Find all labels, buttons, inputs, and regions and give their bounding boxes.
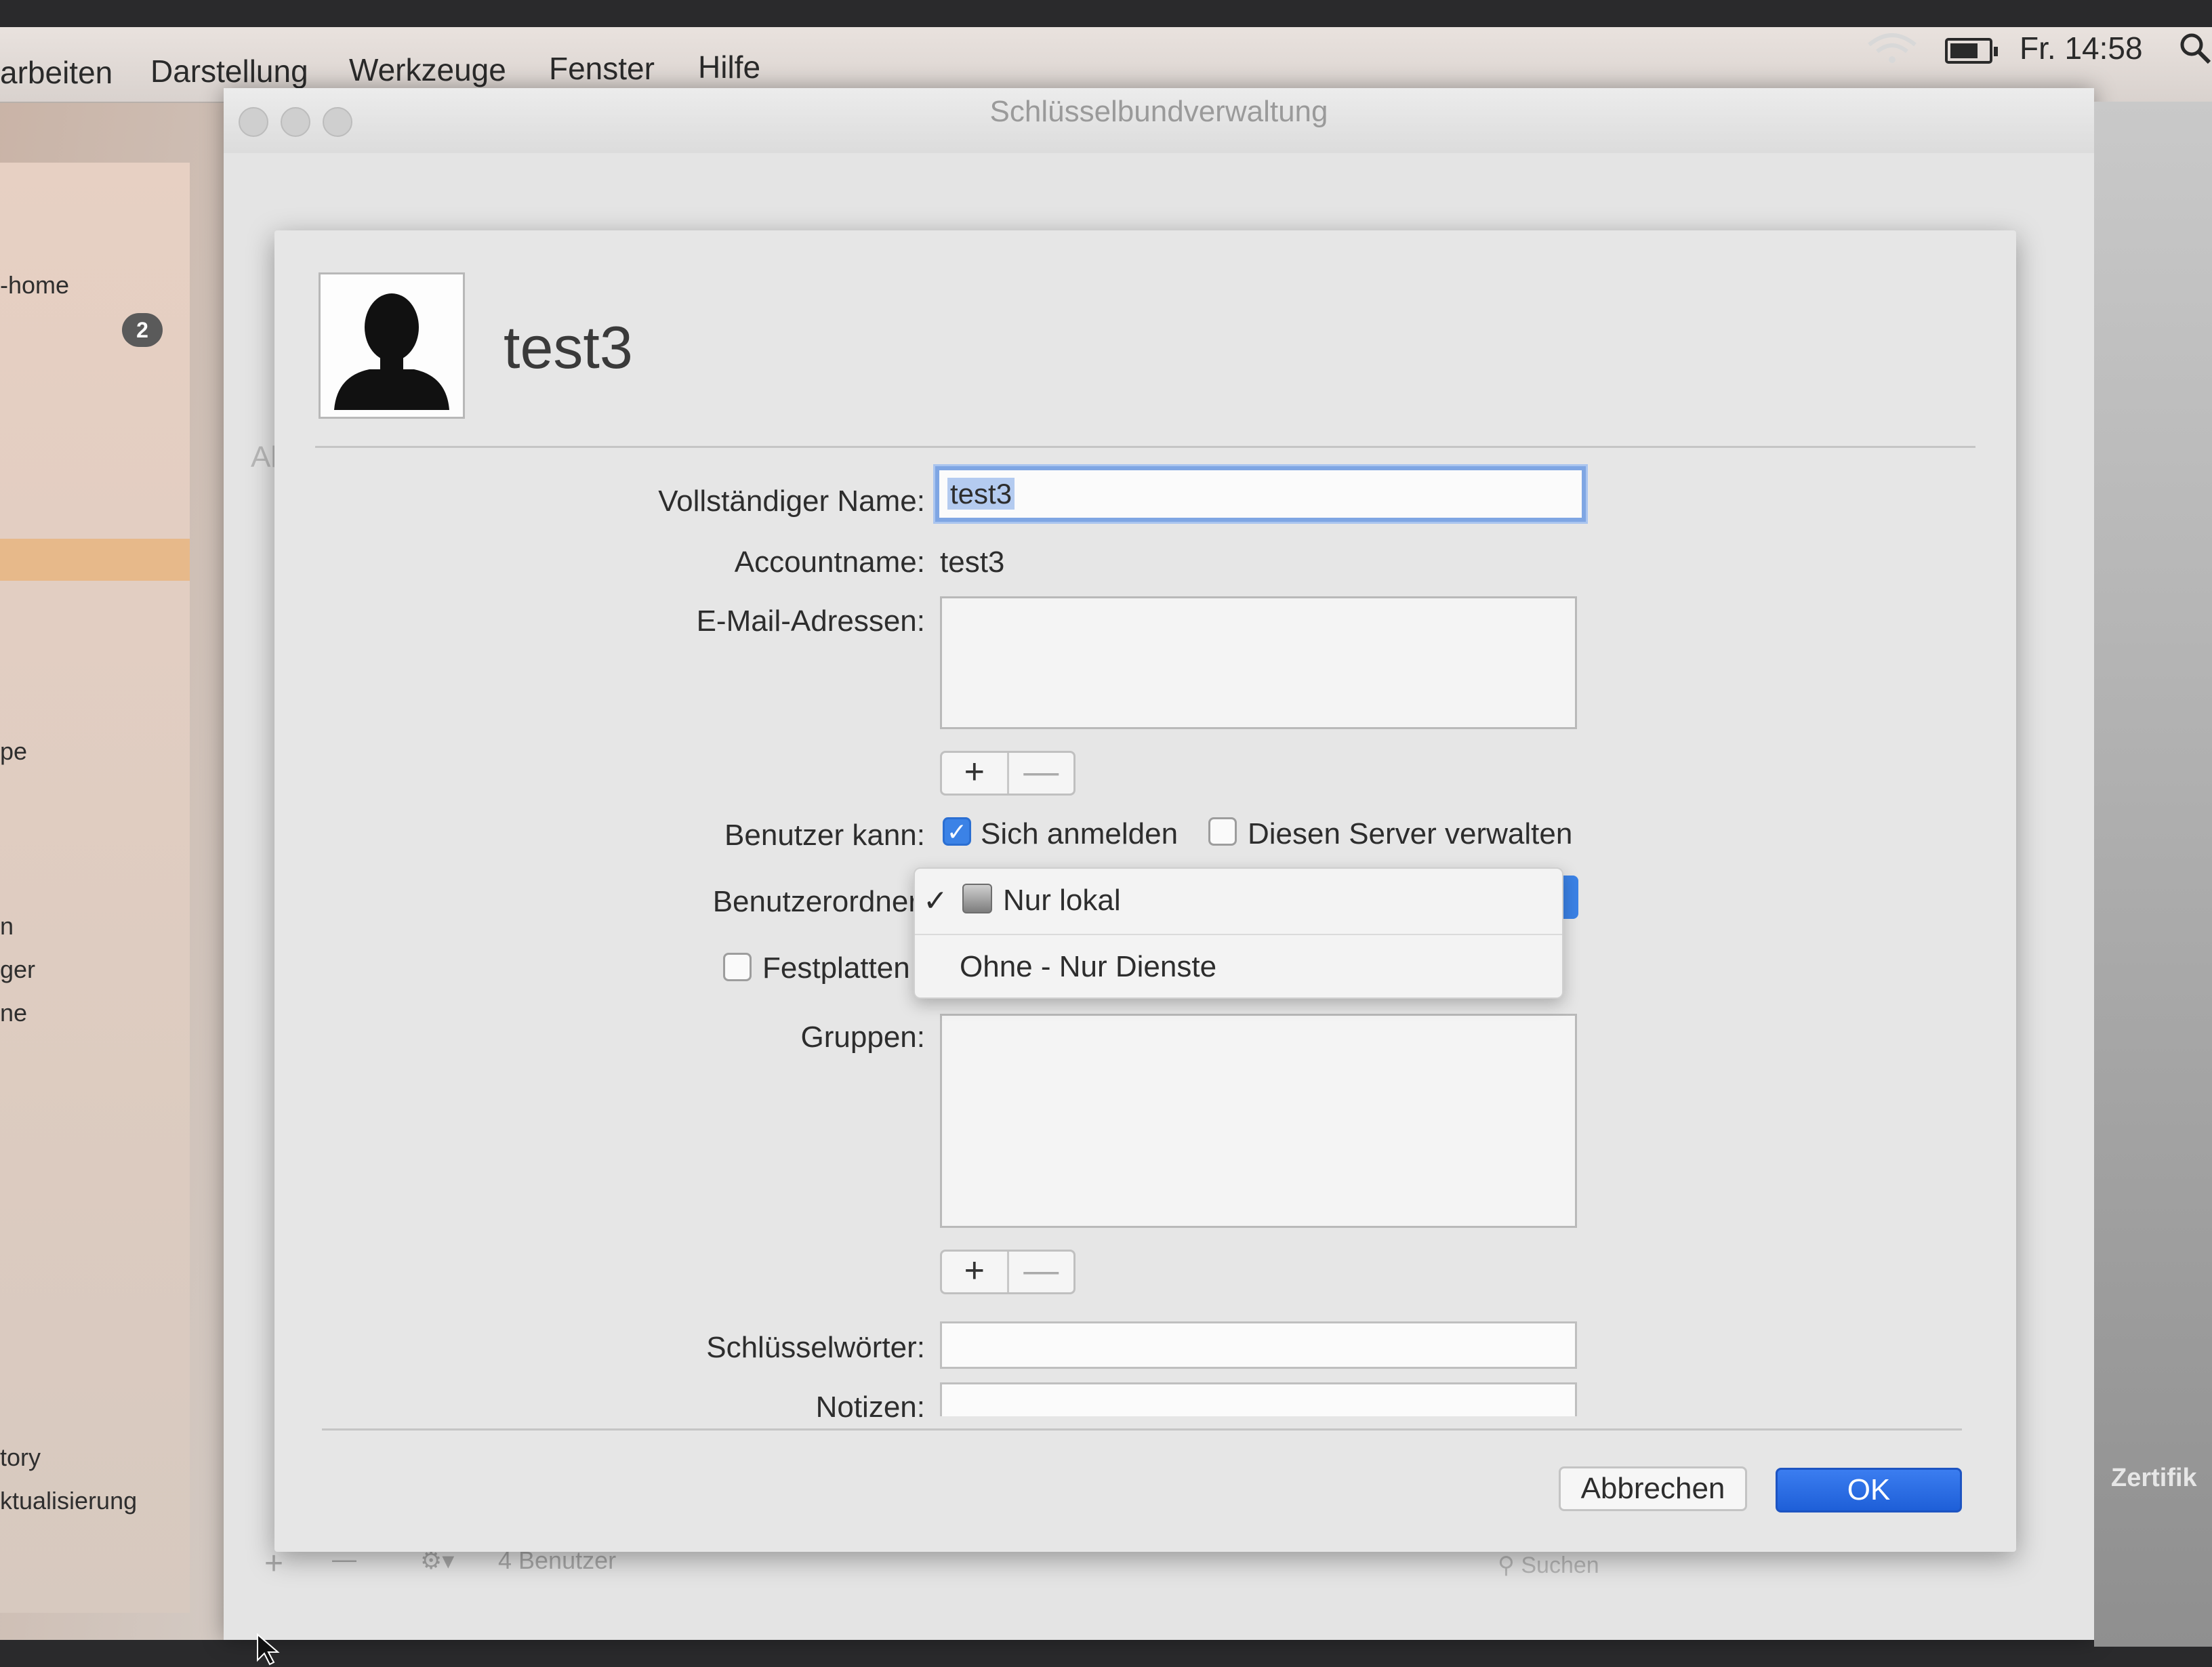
- email-list[interactable]: [940, 596, 1577, 729]
- email-label: E-Mail-Adressen:: [696, 604, 925, 638]
- user-avatar[interactable]: [319, 272, 465, 419]
- sidebar-item-ne[interactable]: ne: [0, 999, 27, 1027]
- admin-label: Diesen Server verwalten: [1248, 817, 1573, 850]
- notes-field[interactable]: [940, 1382, 1577, 1416]
- cancel-button[interactable]: Abbrechen: [1559, 1466, 1747, 1511]
- sidebar-item-n[interactable]: n: [0, 912, 14, 941]
- email-add-remove: + —: [940, 751, 1076, 796]
- admin-checkbox[interactable]: [1208, 817, 1237, 846]
- sidebar-item-ger[interactable]: ger: [0, 955, 35, 984]
- full-name-field[interactable]: test3: [935, 466, 1586, 522]
- mouse-pointer-icon: [257, 1633, 280, 1666]
- window-title: Schlüsselbundverwaltung: [989, 95, 1328, 128]
- column-header-fragment: Al: [251, 440, 278, 474]
- spotlight-search-icon[interactable]: [2178, 31, 2212, 65]
- login-checkbox[interactable]: ✓: [943, 817, 971, 846]
- remove-group-button[interactable]: —: [1006, 1252, 1074, 1292]
- menu-clock[interactable]: Fr. 14:58: [2020, 30, 2143, 66]
- user-can-label: Benutzer kann:: [724, 819, 925, 852]
- sidebar-item-pe[interactable]: pe: [0, 737, 27, 766]
- groups-label: Gruppen:: [800, 1021, 925, 1054]
- menu-option-local-only[interactable]: ✓ Nur lokal: [915, 869, 1562, 934]
- person-silhouette-icon: [334, 293, 449, 410]
- keywords-field[interactable]: [940, 1321, 1577, 1369]
- window-titlebar: Schlüsselbundverwaltung: [224, 88, 2094, 153]
- home-folder-menu: ✓ Nur lokal Ohne - Nur Dienste: [914, 867, 1563, 999]
- menu-help[interactable]: Hilfe: [698, 49, 760, 85]
- add-email-button[interactable]: +: [942, 753, 1007, 794]
- groups-list[interactable]: [940, 1014, 1577, 1228]
- menu-edit[interactable]: arbeiten: [0, 54, 112, 91]
- checkmark-icon: ✓: [923, 884, 948, 918]
- home-folder-label: Benutzerordner: [712, 885, 918, 918]
- account-name-value: test3: [940, 546, 1005, 579]
- search-field[interactable]: ⚲ Suchen: [1498, 1552, 1599, 1579]
- hard-disk-icon: [962, 884, 992, 913]
- menu-tools[interactable]: Werkzeuge: [349, 52, 506, 88]
- remove-email-button[interactable]: —: [1006, 753, 1074, 794]
- user-name-heading: test3: [504, 314, 633, 381]
- sidebar-item-update[interactable]: ktualisierung: [0, 1487, 137, 1515]
- menu-window[interactable]: Fenster: [549, 50, 655, 87]
- footer-separator: [322, 1428, 1962, 1431]
- notes-label: Notizen:: [815, 1391, 925, 1424]
- account-name-label: Accountname:: [734, 546, 925, 579]
- menu-option-services-only[interactable]: Ohne - Nur Dienste: [915, 935, 1562, 1000]
- groups-add-remove: + —: [940, 1250, 1076, 1294]
- sidebar-selection: [0, 539, 190, 581]
- sidebar: [0, 163, 190, 1613]
- sidebar-badge: 2: [122, 313, 163, 347]
- header-separator: [315, 446, 1975, 448]
- sidebar-item-home[interactable]: -home: [0, 271, 69, 300]
- search-icon: ⚲: [1498, 1552, 1521, 1578]
- disk-quota-label: Festplatten: [762, 951, 910, 985]
- battery-icon[interactable]: [1945, 38, 1998, 64]
- wifi-icon[interactable]: [1865, 31, 1919, 65]
- sidebar-item-tory[interactable]: tory: [0, 1443, 41, 1472]
- right-background-window: [2094, 102, 2212, 1647]
- certificate-label: Zertifik: [2111, 1464, 2197, 1492]
- keywords-label: Schlüsselwörter:: [706, 1331, 925, 1364]
- disk-quota-checkbox[interactable]: [723, 953, 752, 981]
- menu-view[interactable]: Darstellung: [150, 53, 308, 89]
- full-name-label: Vollständiger Name:: [658, 485, 925, 518]
- login-label: Sich anmelden: [981, 817, 1179, 850]
- add-group-button[interactable]: +: [942, 1252, 1007, 1292]
- ok-button[interactable]: OK: [1776, 1468, 1962, 1512]
